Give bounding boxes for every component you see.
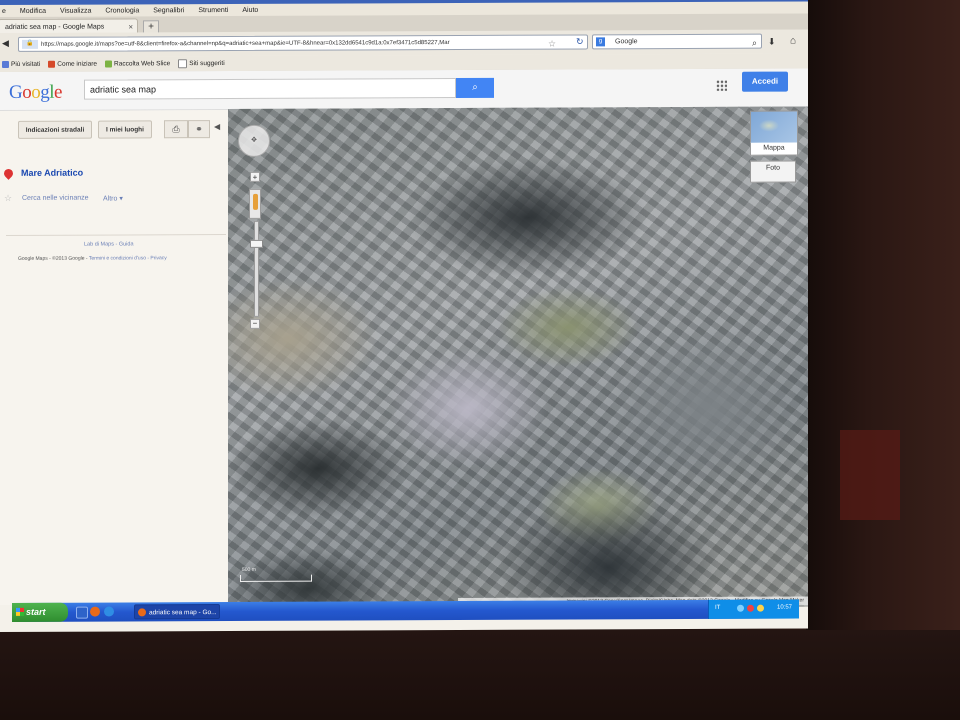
bookmark-suggested-sites[interactable]: Siti suggeriti xyxy=(178,59,225,69)
start-label: start xyxy=(26,606,46,617)
background-red-object xyxy=(840,430,900,520)
reload-icon[interactable]: ↻ xyxy=(576,36,584,47)
search-button[interactable]: ⌕ xyxy=(456,77,494,99)
pegman-icon[interactable] xyxy=(249,188,261,219)
zoom-slider-track[interactable] xyxy=(254,220,259,317)
photo-toggle-button[interactable]: Foto xyxy=(750,160,796,183)
search-engine-label: Google xyxy=(615,38,638,46)
internet-explorer-icon[interactable] xyxy=(104,606,114,617)
search-icon[interactable]: ⌕ xyxy=(752,36,757,50)
bookmark-most-visited[interactable]: Più visitati xyxy=(2,61,40,68)
menu-item-file[interactable]: e xyxy=(2,8,6,15)
web-slice-icon xyxy=(105,60,113,68)
firefox-icon[interactable] xyxy=(90,606,100,617)
firefox-icon xyxy=(48,60,56,68)
bookmark-getting-started[interactable]: Come iniziare xyxy=(48,61,97,68)
bookmark-star-icon[interactable]: ☆ xyxy=(548,39,556,50)
map-type-button[interactable]: Mappa xyxy=(750,142,798,156)
volume-icon[interactable] xyxy=(757,604,764,612)
bookmark-folder-icon xyxy=(2,60,9,68)
menu-item-help[interactable]: Aiuto xyxy=(242,7,258,14)
navigation-bar: ◀ 🔒 https://maps.google.it/maps?oe=utf-8… xyxy=(0,29,808,57)
start-button[interactable]: start xyxy=(12,602,68,622)
more-dropdown[interactable]: Altro ▾ xyxy=(103,194,123,202)
tab-close-icon[interactable]: × xyxy=(128,22,133,31)
search-nearby-link[interactable]: Cerca nelle vicinanze xyxy=(22,195,89,202)
back-arrow-icon[interactable]: ◀ xyxy=(2,38,14,51)
url-bar[interactable]: 🔒 https://maps.google.it/maps?oe=utf-8&c… xyxy=(18,34,588,52)
site-identity-icon[interactable]: 🔒 xyxy=(22,39,38,49)
apps-grid-icon[interactable] xyxy=(716,79,727,91)
home-icon[interactable]: ⌂ xyxy=(790,36,796,47)
screen: e Modifica Visualizza Cronologia Segnali… xyxy=(0,0,808,632)
zoom-slider-handle[interactable] xyxy=(250,239,263,248)
left-panel: Indicazioni stradali I miei luoghi ⎙ ⚭ ◀… xyxy=(0,110,228,605)
maps-search-input[interactable]: adriatic sea map xyxy=(84,78,456,100)
star-icon[interactable]: ☆ xyxy=(4,193,12,204)
bookmark-web-slice[interactable]: Raccolta Web Slice xyxy=(105,60,171,68)
legal-footer: Google Maps - ©2013 Google - Termini e c… xyxy=(18,255,167,262)
monitor-bezel xyxy=(0,630,960,720)
search-icon: ⌕ xyxy=(472,81,478,93)
satellite-map[interactable]: ✥ + − Mappa Foto 500 m Immagini ©2013 Cn… xyxy=(228,106,808,610)
download-arrow-icon[interactable]: ⬇ xyxy=(768,37,776,48)
bookmark-label: Più visitati xyxy=(11,60,41,68)
chevron-down-icon: ▾ xyxy=(119,195,123,203)
divider xyxy=(6,234,226,236)
copyright-text: Google Maps - ©2013 Google - xyxy=(18,255,88,262)
windows-taskbar: start adriatic sea map - Go... IT 10:57 xyxy=(12,599,799,622)
more-label: Altro xyxy=(103,195,118,203)
google-logo[interactable]: Google xyxy=(9,82,62,104)
bookmark-label: Come iniziare xyxy=(57,60,98,68)
menu-item-history[interactable]: Cronologia xyxy=(105,7,139,14)
tab-title: adriatic sea map - Google Maps xyxy=(5,23,105,31)
monitor-side-shadow xyxy=(806,0,960,640)
page-icon xyxy=(178,59,188,69)
clock: 10:57 xyxy=(777,604,793,611)
system-tray: IT 10:57 xyxy=(708,599,799,619)
google-header: Google adriatic sea map ⌕ Accedi xyxy=(0,68,808,111)
zoom-out-button[interactable]: − xyxy=(250,318,260,329)
firefox-icon xyxy=(138,608,146,617)
show-desktop-icon[interactable] xyxy=(76,606,88,619)
scale-bar xyxy=(240,574,312,582)
windows-logo-icon xyxy=(16,607,24,616)
taskbar-item-firefox[interactable]: adriatic sea map - Go... xyxy=(134,604,220,620)
language-indicator[interactable]: IT xyxy=(715,605,720,611)
maps-lab-link[interactable]: Lab di Maps - Guida xyxy=(84,241,134,247)
bookmark-label: Siti suggeriti xyxy=(189,60,225,68)
security-icon[interactable] xyxy=(747,604,754,612)
directions-button[interactable]: Indicazioni stradali xyxy=(18,120,92,139)
print-icon[interactable]: ⎙ xyxy=(164,120,188,139)
map-pin-icon xyxy=(2,167,15,180)
taskbar-item-label: adriatic sea map - Go... xyxy=(149,609,217,617)
place-title-link[interactable]: Mare Adriatico xyxy=(21,168,83,178)
url-text: https://maps.google.it/maps?oe=utf-8&cli… xyxy=(41,40,450,48)
terms-privacy-link[interactable]: Termini e condizioni d'uso - Privacy xyxy=(89,255,167,261)
google-engine-icon[interactable]: g xyxy=(596,37,605,47)
menu-item-tools[interactable]: Strumenti xyxy=(198,7,228,14)
pan-control-icon[interactable]: ✥ xyxy=(238,124,270,157)
scale-label: 500 m xyxy=(242,566,256,573)
bookmark-label: Raccolta Web Slice xyxy=(114,60,171,68)
my-places-button[interactable]: I miei luoghi xyxy=(98,120,152,139)
menu-item-view[interactable]: Visualizza xyxy=(60,8,91,15)
menu-item-bookmarks[interactable]: Segnalibri xyxy=(153,7,184,14)
search-bar[interactable]: g Google ⌕ xyxy=(592,33,762,50)
zoom-in-button[interactable]: + xyxy=(250,171,260,182)
link-icon[interactable]: ⚭ xyxy=(188,120,210,139)
map-type-thumbnail[interactable] xyxy=(750,110,798,145)
network-icon[interactable] xyxy=(737,604,744,612)
photo-label: Foto xyxy=(765,164,780,172)
collapse-panel-icon[interactable]: ◀ xyxy=(214,122,220,131)
signin-button[interactable]: Accedi xyxy=(742,71,788,92)
menu-item-edit[interactable]: Modifica xyxy=(20,8,46,15)
